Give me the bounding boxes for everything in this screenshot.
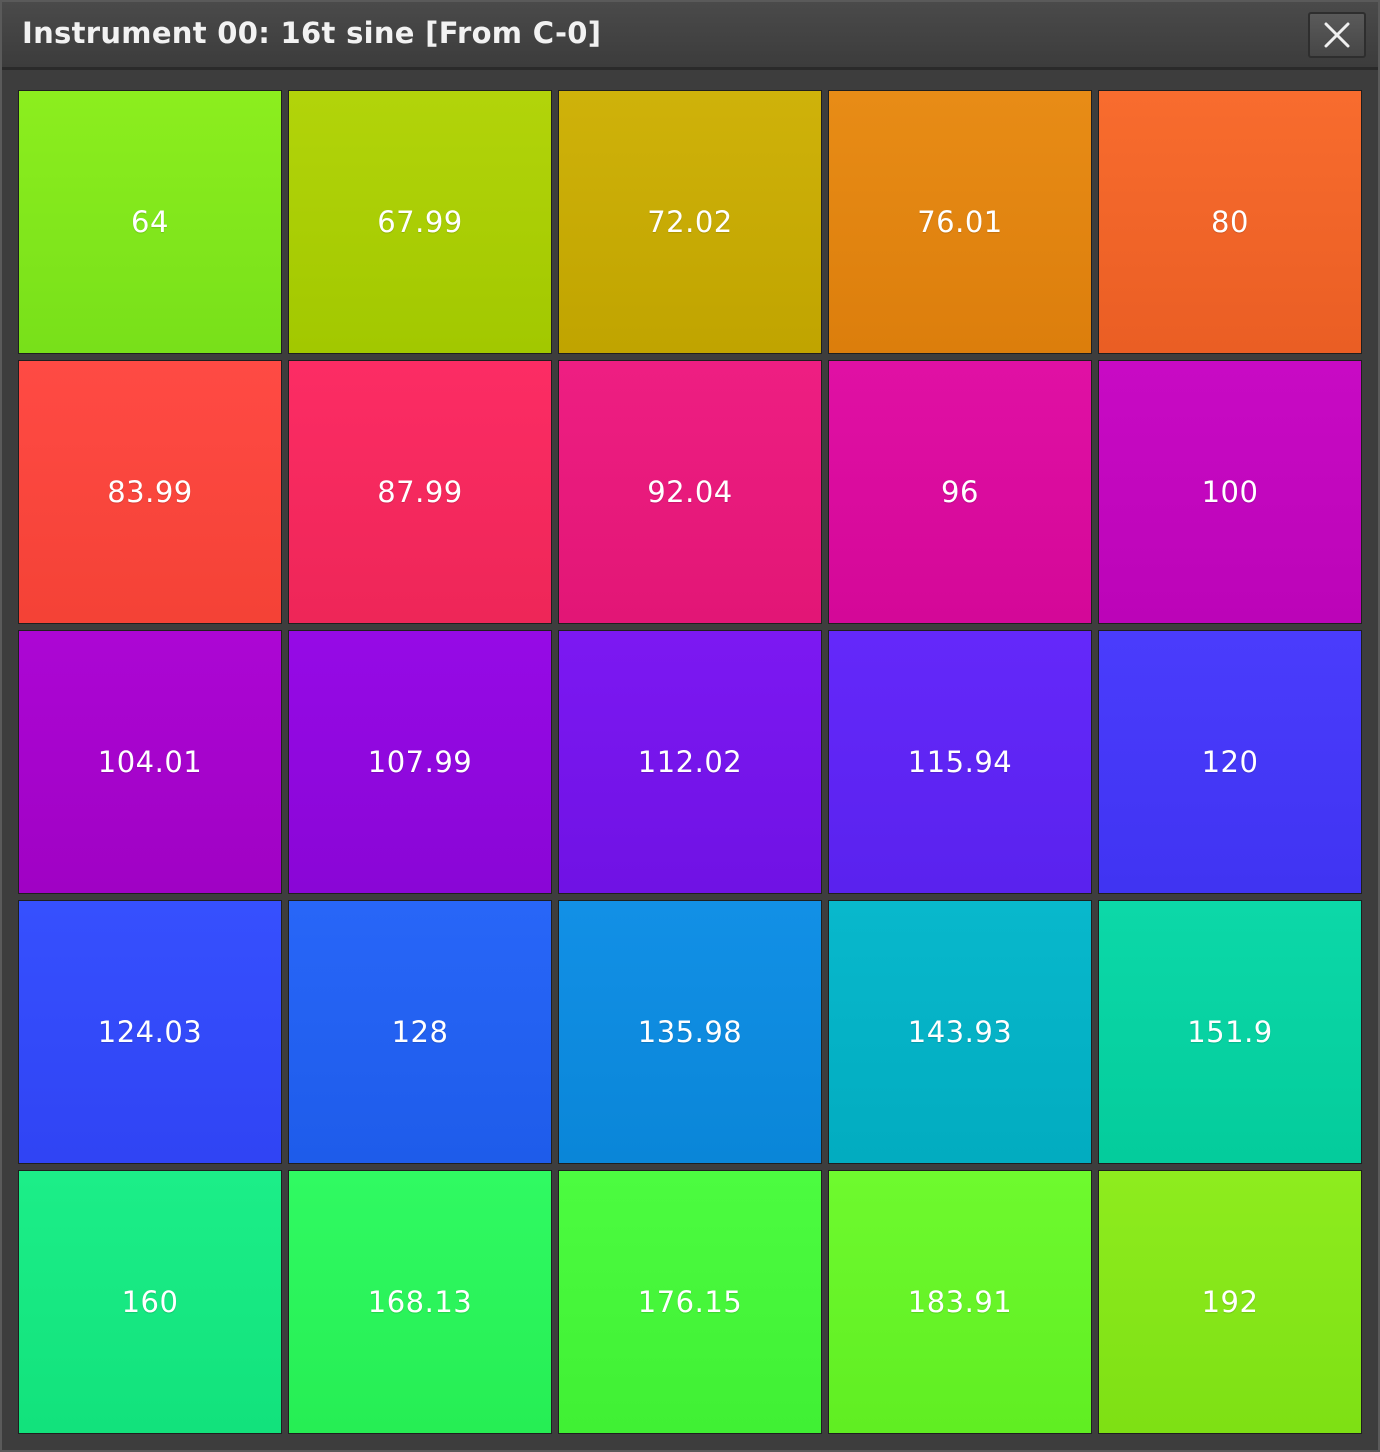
pad-button[interactable]: 176.15 [558,1170,822,1434]
pad-label: 151.9 [1187,1015,1273,1049]
close-icon [1324,22,1350,48]
pad-button[interactable]: 64 [18,90,282,354]
pad-label: 192 [1201,1285,1259,1319]
pad-button[interactable]: 80 [1098,90,1362,354]
pad-label: 83.99 [107,475,193,509]
pad-button[interactable]: 83.99 [18,360,282,624]
pad-label: 128 [391,1015,449,1049]
pad-button[interactable]: 151.9 [1098,900,1362,1164]
pad-label: 115.94 [907,745,1013,779]
window-title: Instrument 00: 16t sine [From C-0] [22,16,602,50]
pad-button[interactable]: 135.98 [558,900,822,1164]
pad-label: 104.01 [97,745,203,779]
pad-button[interactable]: 87.99 [288,360,552,624]
pad-label: 135.98 [637,1015,743,1049]
pad-label: 120 [1201,745,1259,779]
pad-button[interactable]: 72.02 [558,90,822,354]
pad-button[interactable]: 96 [828,360,1092,624]
pad-button[interactable]: 168.13 [288,1170,552,1434]
pad-button[interactable]: 160 [18,1170,282,1434]
pad-label: 64 [131,205,169,239]
pad-label: 80 [1211,205,1249,239]
pad-label: 168.13 [367,1285,473,1319]
pad-label: 124.03 [97,1015,203,1049]
pad-label: 112.02 [637,745,743,779]
pad-button[interactable]: 67.99 [288,90,552,354]
pad-label: 92.04 [647,475,733,509]
pad-button[interactable]: 124.03 [18,900,282,1164]
pad-button[interactable]: 107.99 [288,630,552,894]
pad-button[interactable]: 120 [1098,630,1362,894]
pad-label: 107.99 [367,745,473,779]
pad-grid: 64 67.99 72.02 76.01 80 83.99 87.99 92.04 96 100 1… [18,90,1364,1436]
pad-button[interactable]: 192 [1098,1170,1362,1434]
pad-label: 100 [1201,475,1259,509]
pad-button[interactable]: 100 [1098,360,1362,624]
pad-label: 96 [941,475,979,509]
pad-button[interactable]: 115.94 [828,630,1092,894]
instrument-window: Instrument 00: 16t sine [From C-0] 64 67.… [0,0,1380,1452]
pad-button[interactable]: 92.04 [558,360,822,624]
pad-label: 143.93 [907,1015,1013,1049]
pad-label: 176.15 [637,1285,743,1319]
pad-label: 67.99 [377,205,463,239]
window-titlebar[interactable]: Instrument 00: 16t sine [From C-0] [2,2,1378,70]
pad-button[interactable]: 104.01 [18,630,282,894]
pad-label: 183.91 [907,1285,1013,1319]
pad-button[interactable]: 112.02 [558,630,822,894]
pad-label: 160 [121,1285,179,1319]
pad-button[interactable]: 183.91 [828,1170,1092,1434]
pad-label: 76.01 [917,205,1003,239]
close-button[interactable] [1308,12,1366,58]
pad-label: 87.99 [377,475,463,509]
pad-button[interactable]: 76.01 [828,90,1092,354]
pad-label: 72.02 [647,205,733,239]
pad-button[interactable]: 128 [288,900,552,1164]
pad-button[interactable]: 143.93 [828,900,1092,1164]
